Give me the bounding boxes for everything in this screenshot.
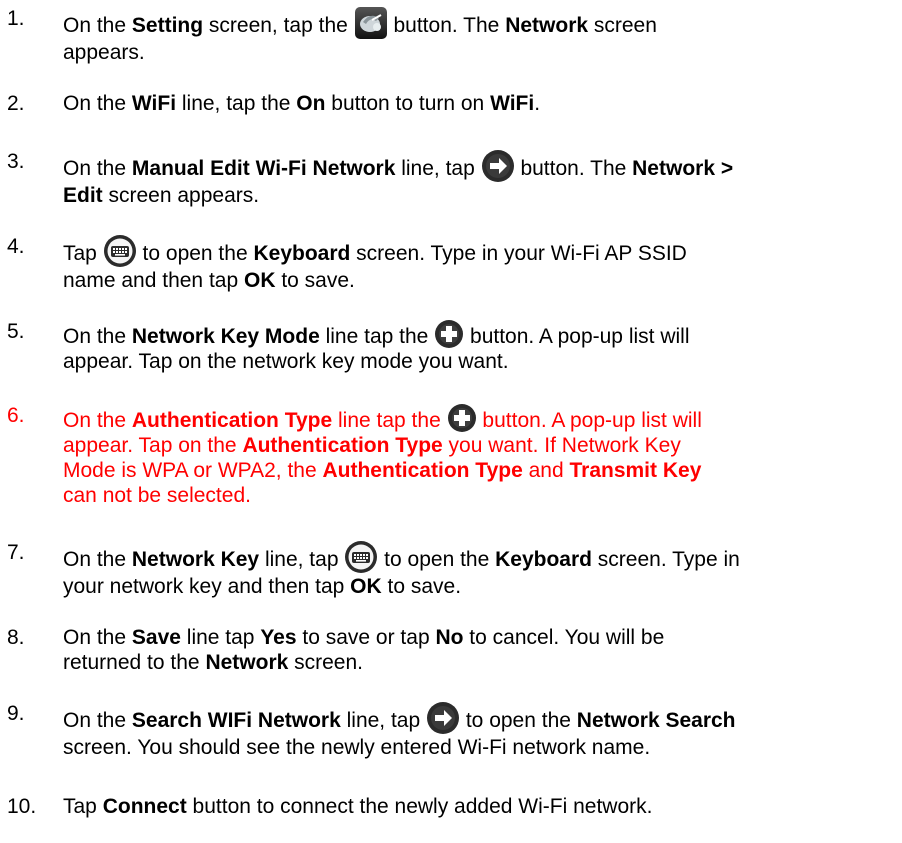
arrow-right-icon <box>481 149 515 183</box>
step-number: 7. <box>7 541 25 564</box>
step-text: On the Save line tap Yes to save or tap … <box>63 626 665 674</box>
step-number: 2. <box>7 92 25 115</box>
step-text: Tap to open the Keyboard screen. Type in… <box>63 234 902 293</box>
step-text: On the WiFi line, tap the On button to t… <box>63 92 541 115</box>
plus-icon <box>434 319 464 349</box>
step-number: 9. <box>7 702 25 725</box>
step-number: 10. <box>7 795 37 818</box>
step-number: 4. <box>7 235 25 258</box>
arrow-right-icon <box>426 701 460 735</box>
step-number: 1. <box>7 7 25 30</box>
step-text: On the Authentication Type line tap the … <box>63 403 902 508</box>
step-number: 8. <box>7 626 25 649</box>
step-number: 5. <box>7 320 25 343</box>
step-text: Tap Connect button to connect the newly … <box>63 795 653 818</box>
step-text: On the Network Key Mode line tap the but… <box>63 319 902 374</box>
step-text: On the Network Key line, tap to open the… <box>63 540 902 599</box>
setting-term: Setting <box>131 14 204 37</box>
step-text: On the Setting screen, tap the button. T… <box>63 6 902 65</box>
network-term: Network <box>505 14 589 37</box>
keyboard-icon <box>344 540 378 574</box>
step-number: 3. <box>7 150 25 173</box>
keyboard-icon <box>103 234 137 268</box>
step-text: On the Search WIFi Network line, tap to … <box>63 701 902 760</box>
step-number: 6. <box>7 404 25 427</box>
step-text: On the Manual Edit Wi-Fi Network line, t… <box>63 149 902 208</box>
plus-icon <box>447 403 477 433</box>
network-settings-icon <box>354 6 388 40</box>
